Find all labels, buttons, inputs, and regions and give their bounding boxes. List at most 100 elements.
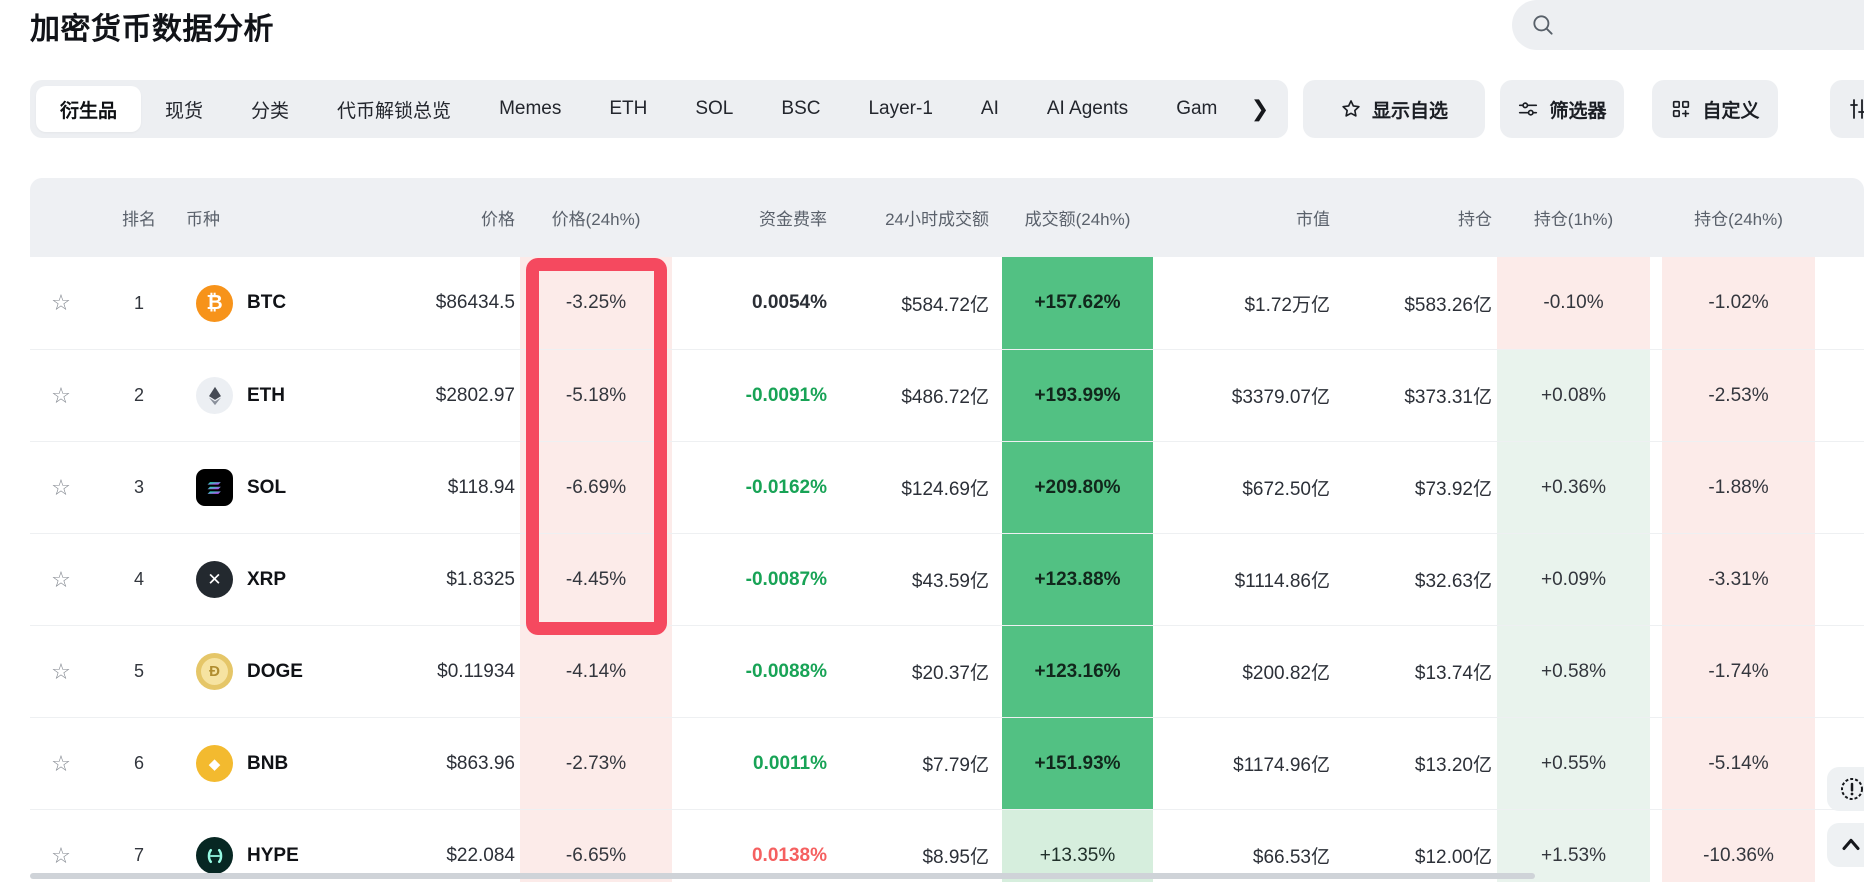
table-row-SOL[interactable]: ☆ 3 SOL $118.94 -6.69% -0.0162% $124.69亿…	[30, 441, 1864, 533]
customize-button[interactable]: 自定义	[1652, 80, 1778, 138]
table-row-BTC[interactable]: ☆ 1 ₿BTC $86434.5 -3.25% 0.0054% $584.72…	[30, 257, 1864, 349]
show-watchlist-button[interactable]: 显示自选	[1303, 80, 1485, 138]
spacer	[1815, 534, 1864, 625]
open-interest-change-24h: -1.74%	[1662, 626, 1815, 717]
spacer	[1650, 810, 1662, 882]
tab-现货[interactable]: 现货	[141, 86, 227, 132]
table-row-BNB[interactable]: ☆ 6 ◆BNB $863.96 -2.73% 0.0011% $7.79亿 +…	[30, 717, 1864, 809]
market-cap: $1114.86亿	[1153, 534, 1335, 625]
tab-AI[interactable]: AI	[957, 86, 1023, 132]
tab-Gam[interactable]: Gam	[1152, 86, 1241, 132]
volume-24h: $20.37亿	[832, 626, 994, 717]
column-header-9[interactable]: 持仓	[1335, 178, 1497, 257]
column-header-2[interactable]: 币种	[186, 178, 350, 257]
open-interest-change-24h: -3.31%	[1662, 534, 1815, 625]
funding-rate: 0.0011%	[672, 718, 832, 809]
price-value: $1.8325	[350, 534, 520, 625]
volume-24h: $8.95亿	[832, 810, 994, 882]
coin-cell[interactable]: SOL	[186, 442, 350, 533]
coin-symbol: XRP	[247, 569, 286, 591]
vertical-sliders-icon	[1846, 97, 1864, 121]
tab-分类[interactable]: 分类	[227, 86, 313, 132]
alerts-button[interactable]	[1827, 767, 1864, 811]
coin-cell[interactable]: ÐDOGE	[186, 626, 350, 717]
header-spacer	[994, 178, 1002, 257]
table-row-ETH[interactable]: ☆ 2 ETH $2802.97 -5.18% -0.0091% $486.72…	[30, 349, 1864, 441]
spacer	[1650, 718, 1662, 809]
spacer	[994, 534, 1002, 625]
rank-value: 6	[92, 718, 186, 809]
market-cap: $1.72万亿	[1153, 257, 1335, 349]
filter-button[interactable]: 筛选器	[1500, 80, 1624, 138]
eth-icon	[196, 377, 233, 414]
column-header-3[interactable]: 价格	[350, 178, 520, 257]
rank-value: 2	[92, 350, 186, 441]
column-header-8[interactable]: 市值	[1153, 178, 1335, 257]
volume-change-24h: +13.35%	[1002, 810, 1153, 882]
spacer	[1815, 626, 1864, 717]
tab-ETH[interactable]: ETH	[585, 86, 671, 132]
coin-cell[interactable]: HYPE	[186, 810, 350, 882]
column-header-10[interactable]: 持仓(1h%)	[1497, 178, 1650, 257]
tabs-overflow-chevron-icon[interactable]: ❯	[1238, 80, 1282, 138]
favorite-star-icon[interactable]: ☆	[30, 350, 92, 441]
coin-symbol: DOGE	[247, 661, 303, 683]
funding-rate: -0.0091%	[672, 350, 832, 441]
column-header-1[interactable]: 排名	[92, 178, 186, 257]
open-interest: $13.74亿	[1335, 626, 1497, 717]
coin-cell[interactable]: ETH	[186, 350, 350, 441]
horizontal-scrollbar[interactable]	[30, 873, 1535, 879]
spacer	[994, 626, 1002, 717]
spacer	[994, 257, 1002, 349]
favorite-star-icon[interactable]: ☆	[30, 626, 92, 717]
column-header-7[interactable]: 成交额(24h%)	[1002, 178, 1153, 257]
favorite-star-icon[interactable]: ☆	[30, 534, 92, 625]
coin-cell[interactable]: ₿BTC	[186, 257, 350, 349]
filter-label: 筛选器	[1549, 96, 1606, 123]
volume-change-24h: +209.80%	[1002, 442, 1153, 533]
tab-BSC[interactable]: BSC	[757, 86, 844, 132]
coin-cell[interactable]: ✕XRP	[186, 534, 350, 625]
open-interest-change-1h: +0.36%	[1497, 442, 1650, 533]
funding-rate: -0.0162%	[672, 442, 832, 533]
crypto-dashboard: 加密货币数据分析 衍生品现货分类代币解锁总览MemesETHSOLBSCLaye…	[0, 0, 1864, 882]
tab-衍生品[interactable]: 衍生品	[36, 86, 141, 132]
column-header-6[interactable]: 24小时成交额	[832, 178, 994, 257]
tab-Memes[interactable]: Memes	[475, 86, 585, 132]
open-interest-change-24h: -1.02%	[1662, 257, 1815, 349]
column-header-0	[30, 178, 92, 257]
market-cap: $3379.07亿	[1153, 350, 1335, 441]
tab-SOL[interactable]: SOL	[671, 86, 757, 132]
coin-symbol: HYPE	[247, 845, 299, 867]
tab-Layer-1[interactable]: Layer-1	[844, 86, 956, 132]
open-interest-change-24h: -2.53%	[1662, 350, 1815, 441]
open-interest: $12.00亿	[1335, 810, 1497, 882]
spacer	[1650, 626, 1662, 717]
volume-change-24h: +193.99%	[1002, 350, 1153, 441]
column-settings-button[interactable]	[1830, 80, 1864, 138]
tab-AI Agents[interactable]: AI Agents	[1023, 86, 1152, 132]
coin-cell[interactable]: ◆BNB	[186, 718, 350, 809]
funding-rate: -0.0088%	[672, 626, 832, 717]
favorite-star-icon[interactable]: ☆	[30, 810, 92, 882]
chevron-up-icon	[1837, 831, 1864, 859]
table-row-XRP[interactable]: ☆ 4 ✕XRP $1.8325 -4.45% -0.0087% $43.59亿…	[30, 533, 1864, 625]
favorite-star-icon[interactable]: ☆	[30, 718, 92, 809]
category-tabbar: 衍生品现货分类代币解锁总览MemesETHSOLBSCLayer-1AIAI A…	[30, 80, 1288, 138]
spacer	[1650, 350, 1662, 441]
column-header-4[interactable]: 价格(24h%)	[520, 178, 672, 257]
scroll-to-top-button[interactable]	[1827, 823, 1864, 867]
tab-代币解锁总览[interactable]: 代币解锁总览	[313, 86, 475, 132]
table-header: 排名币种价格价格(24h%)资金费率24小时成交额成交额(24h%)市值持仓持仓…	[30, 178, 1864, 257]
search-input[interactable]	[1512, 0, 1864, 50]
open-interest-change-24h: -5.14%	[1662, 718, 1815, 809]
favorite-star-icon[interactable]: ☆	[30, 257, 92, 349]
favorite-star-icon[interactable]: ☆	[30, 442, 92, 533]
column-header-11[interactable]: 持仓(24h%)	[1662, 178, 1815, 257]
table-row-HYPE[interactable]: ☆ 7 HYPE $22.084 -6.65% 0.0138% $8.95亿 +…	[30, 809, 1864, 882]
table-row-DOGE[interactable]: ☆ 5 ÐDOGE $0.11934 -4.14% -0.0088% $20.3…	[30, 625, 1864, 717]
column-header-5[interactable]: 资金费率	[672, 178, 832, 257]
bnb-icon: ◆	[196, 745, 233, 782]
spacer	[994, 810, 1002, 882]
customize-grid-icon	[1670, 98, 1692, 120]
